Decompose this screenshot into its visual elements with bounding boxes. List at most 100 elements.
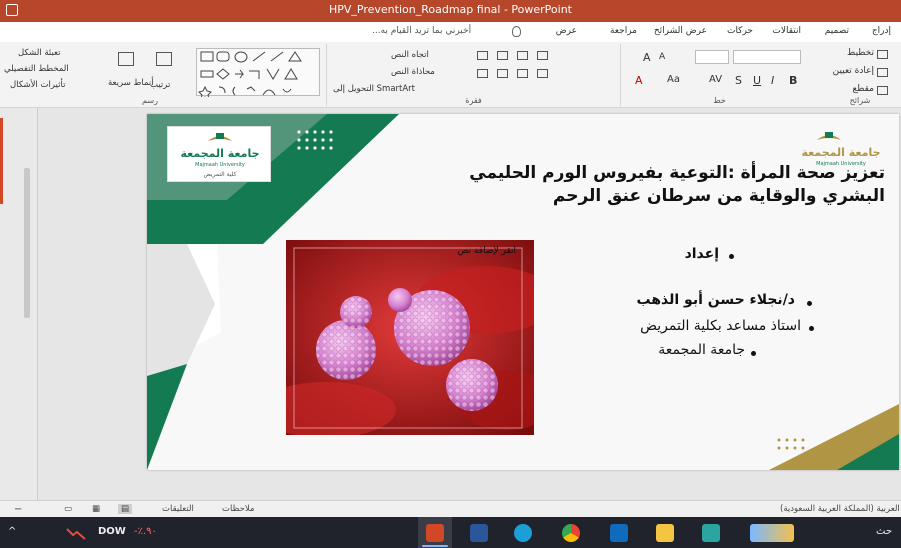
word-taskbar-button[interactable] xyxy=(462,517,496,548)
clock-fragment[interactable]: حث xyxy=(876,526,892,537)
photo-caption: انقر لإضافة نص xyxy=(457,246,516,256)
tab-review[interactable]: مراجعة xyxy=(610,26,637,36)
outlook-icon xyxy=(610,524,628,542)
zoom-out-icon[interactable]: − xyxy=(14,504,22,515)
tab-insert[interactable]: إدراج xyxy=(872,26,891,36)
numbering-icon[interactable] xyxy=(497,51,508,60)
hpv-virus-illustration xyxy=(286,240,534,435)
university-logo-left-graphic: جامعة المجمعة Majmaah University كلية ال… xyxy=(180,133,260,178)
tab-design[interactable]: تصميم xyxy=(825,26,849,36)
powerpoint-taskbar-button[interactable] xyxy=(418,517,452,548)
justify-icon[interactable] xyxy=(537,69,548,78)
text-direction-button[interactable]: اتجاه النص xyxy=(391,50,429,60)
shape-fill-button[interactable]: تعبئة الشكل xyxy=(18,48,61,58)
grow-font-icon[interactable]: A xyxy=(643,51,651,64)
slide-title[interactable]: تعزيز صحة المرأة :التوعية بفيروس الورم ا… xyxy=(333,162,885,208)
bullet-dot xyxy=(809,326,814,331)
status-bar: − ▭ ▦ ▤ التعليقات ملاحظات العربية (الممل… xyxy=(0,500,901,517)
author-name[interactable]: د/نجلاء حسن أبو الذهب xyxy=(637,292,796,308)
file-explorer-taskbar-button[interactable] xyxy=(648,517,682,548)
quick-styles-button[interactable]: أنماط سريعة xyxy=(108,78,154,88)
normal-view-icon[interactable]: ▭ xyxy=(64,504,72,514)
university-logo-left[interactable]: جامعة المجمعة Majmaah University كلية ال… xyxy=(167,126,271,182)
window-title: HPV_Prevention_Roadmap final - PowerPoin… xyxy=(328,3,572,16)
language-indicator: العربية (المملكة العربية السعودية) xyxy=(780,504,900,514)
reset-icon xyxy=(877,68,888,77)
tab-transitions[interactable]: انتقالات xyxy=(772,26,801,36)
reset-button[interactable]: إعادة تعيين xyxy=(833,66,874,76)
author-role[interactable]: استاذ مساعد بكلية التمريض xyxy=(640,318,801,334)
shapes-gallery[interactable] xyxy=(196,48,320,100)
tab-slideshow[interactable]: عرض الشرائح xyxy=(654,26,707,36)
section-icon xyxy=(877,86,888,95)
bullets-icon[interactable] xyxy=(477,51,488,60)
bold-button[interactable]: B xyxy=(789,74,797,87)
stock-label[interactable]: DOW xyxy=(98,526,126,537)
strikethrough-button[interactable]: S xyxy=(735,74,742,87)
layout-button[interactable]: تخطيط xyxy=(847,48,874,58)
powerpoint-window: HPV_Prevention_Roadmap final - PowerPoin… xyxy=(0,0,901,548)
outlook-taskbar-button[interactable] xyxy=(602,517,636,548)
comments-button[interactable]: التعليقات xyxy=(162,504,194,514)
char-spacing-button[interactable]: AV xyxy=(709,74,722,85)
chrome-taskbar-button[interactable] xyxy=(554,517,588,548)
underline-button[interactable]: U xyxy=(753,74,761,87)
shapes-gallery-icons xyxy=(198,51,302,100)
slide-sorter-icon[interactable]: ▦ xyxy=(92,504,100,514)
prepared-by-label[interactable]: إعداد xyxy=(685,246,719,262)
slide-canvas[interactable]: جامعة المجمعة Majmaah University كلية ال… xyxy=(147,114,899,470)
chevron-up-icon[interactable]: ^ xyxy=(8,526,16,537)
windows-taskbar: ^ DOW -٪.٩٠ حث xyxy=(0,517,901,548)
photos-taskbar-button[interactable] xyxy=(694,517,728,548)
group-label: رسم xyxy=(142,96,158,105)
powerpoint-icon xyxy=(426,524,444,542)
align-text-button[interactable]: محاذاة النص xyxy=(391,67,435,77)
tab-view[interactable]: عرض xyxy=(556,26,577,36)
shape-outline-button[interactable]: المخطط التفصيلي xyxy=(4,64,69,74)
change-case-button[interactable]: Aa xyxy=(667,74,680,85)
group-slides: تخطيط إعادة تعيين مقطع شرائح xyxy=(820,44,900,106)
thumbnail-scrollbar[interactable] xyxy=(24,168,30,318)
title-bar: HPV_Prevention_Roadmap final - PowerPoin… xyxy=(0,0,901,22)
bullet-dot xyxy=(807,301,812,306)
bullet-dot xyxy=(751,351,756,356)
quick-styles-icon xyxy=(118,52,134,66)
author-university[interactable]: جامعة المجمعة xyxy=(658,342,745,358)
align-center-icon[interactable] xyxy=(497,69,508,78)
outdent-icon[interactable] xyxy=(537,51,548,60)
align-left-icon[interactable] xyxy=(517,69,528,78)
logo-right-name: جامعة المجمعة xyxy=(801,146,880,159)
shape-effects-button[interactable]: تأثيرات الأشكال xyxy=(10,80,65,90)
author-text: د/نجلاء حسن أبو الذهب xyxy=(636,292,796,308)
tab-animations[interactable]: حركات xyxy=(727,26,753,36)
group-label: فقرة xyxy=(465,96,482,105)
lightbulb-icon xyxy=(512,26,521,37)
group-drawing: ترتيب أنماط سريعة تعبئة الشكل المخطط الت… xyxy=(0,44,326,106)
stock-value: -٪.٩٠ xyxy=(134,526,157,537)
copilot-taskbar-button[interactable] xyxy=(742,517,802,548)
edge-icon xyxy=(514,524,532,542)
smartart-button[interactable]: التحويل إلى SmartArt xyxy=(333,84,415,94)
align-right-icon[interactable] xyxy=(477,69,488,78)
font-size-box[interactable] xyxy=(695,50,729,64)
bullet-dot xyxy=(729,254,734,259)
layout-icon xyxy=(877,50,888,59)
indent-icon[interactable] xyxy=(517,51,528,60)
group-font: A A B I U S AV Aa A خط xyxy=(620,44,818,106)
ribbon-tabs: إدراج تصميم انتقالات حركات عرض الشرائح م… xyxy=(0,22,901,42)
font-color-icon[interactable]: A xyxy=(635,74,643,87)
logo-left-name: جامعة المجمعة xyxy=(180,147,259,160)
hpv-virus-image[interactable]: انقر لإضافة نص xyxy=(286,240,534,435)
shrink-font-icon[interactable]: A xyxy=(659,52,665,62)
slide-title-line2: البشري والوقاية من سرطان عنق الرحم xyxy=(552,186,885,206)
tell-me-box[interactable]: أخبرني بما تريد القيام به... xyxy=(372,26,471,36)
font-name-box[interactable] xyxy=(733,50,801,64)
italic-button[interactable]: I xyxy=(771,74,774,87)
notes-button[interactable]: ملاحظات xyxy=(222,504,254,514)
stock-chart-icon xyxy=(66,528,86,540)
word-icon xyxy=(470,524,488,542)
ribbon: تخطيط إعادة تعيين مقطع شرائح A A B I U S… xyxy=(0,42,901,108)
reading-view-icon[interactable]: ▤ xyxy=(118,504,133,514)
section-button[interactable]: مقطع xyxy=(852,84,874,94)
edge-taskbar-button[interactable] xyxy=(506,517,540,548)
